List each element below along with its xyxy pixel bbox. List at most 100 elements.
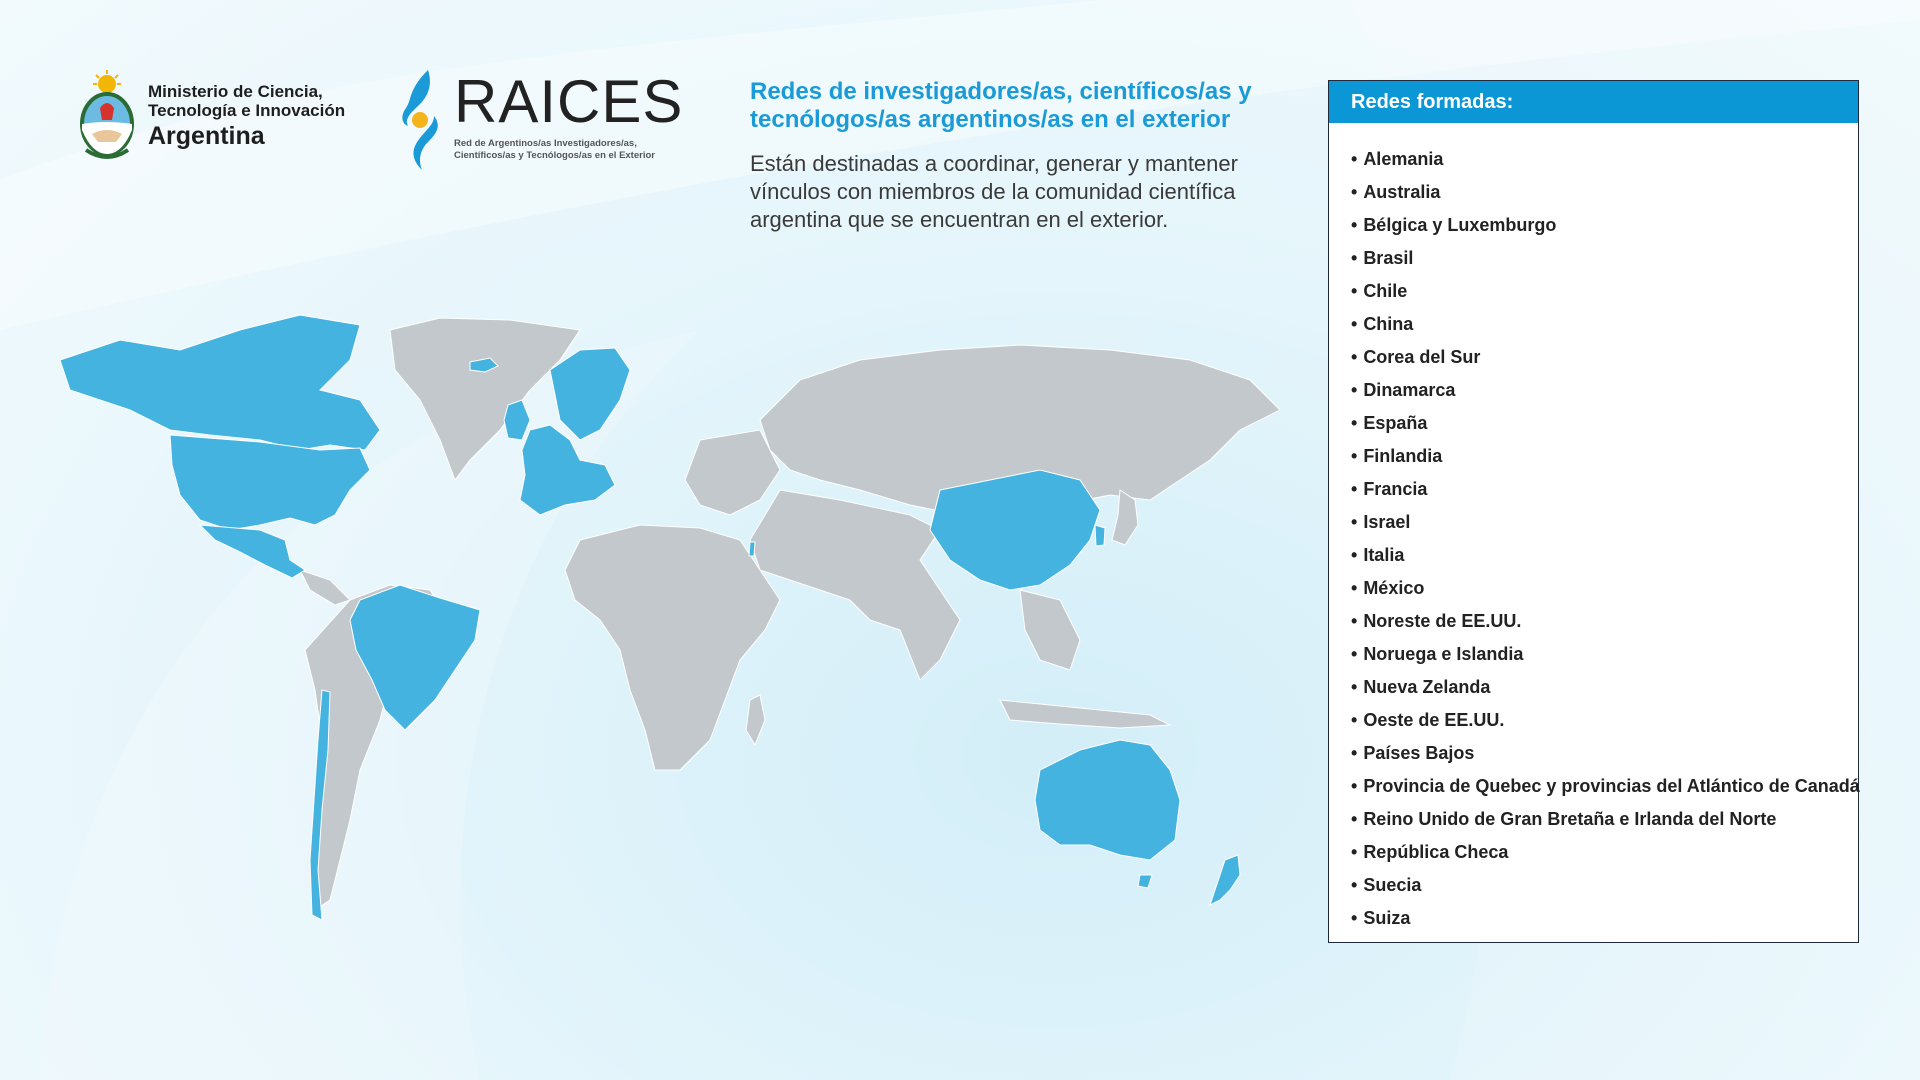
network-item: • Noruega e Islandia — [1351, 638, 1858, 671]
network-item: • Suiza — [1351, 902, 1858, 935]
ministry-country: Argentina — [148, 122, 265, 150]
bullet: • — [1351, 413, 1358, 433]
network-item-label: Australia — [1363, 182, 1441, 202]
network-item-label: Suecia — [1363, 875, 1422, 895]
bullet: • — [1351, 215, 1358, 235]
network-item: • Noreste de EE.UU. — [1351, 605, 1858, 638]
network-item: • Israel — [1351, 506, 1858, 539]
bullet: • — [1351, 677, 1358, 697]
raices-mark-icon — [402, 70, 438, 170]
central-america — [299, 569, 351, 606]
bullet: • — [1351, 380, 1358, 400]
network-item-label: Italia — [1363, 545, 1405, 565]
network-item: • Provincia de Quebec y provincias del At… — [1351, 770, 1860, 803]
network-item-label: Dinamarca — [1363, 380, 1456, 400]
raices-logo: RAICES Red de Argentinos/as Investigador… — [398, 70, 683, 170]
bullet: • — [1351, 710, 1358, 730]
network-item-label: Brasil — [1363, 248, 1414, 268]
ministry-name-line1: Ministerio de Ciencia, — [148, 82, 323, 101]
network-item-label: Países Bajos — [1363, 743, 1475, 763]
nordics — [549, 347, 631, 441]
bullet: • — [1351, 479, 1358, 499]
australia — [1034, 739, 1181, 861]
argentina-coat-of-arms-icon — [80, 70, 134, 159]
new-zealand — [1209, 854, 1241, 906]
network-item: • China — [1351, 308, 1858, 341]
network-item: • Italia — [1351, 539, 1858, 572]
bullet: • — [1351, 512, 1358, 532]
bullet: • — [1351, 842, 1358, 862]
network-item: • México — [1351, 572, 1858, 605]
europe-east — [684, 429, 781, 516]
south-korea — [1094, 524, 1106, 547]
raices-subtitle-line2: Científicos/as y Tecnólogos/as en el Ext… — [454, 150, 655, 161]
network-item-label: Noruega e Islandia — [1363, 644, 1524, 664]
network-item: • Dinamarca — [1351, 374, 1858, 407]
network-item-label: China — [1363, 314, 1414, 334]
raices-wordmark: RAICES — [454, 68, 684, 135]
headline: Redes de investigadores/as, científicos/… — [750, 78, 1310, 234]
bullet: • — [1351, 149, 1358, 169]
network-item-label: México — [1363, 578, 1425, 598]
madagascar — [745, 694, 766, 747]
network-item-label: Israel — [1363, 512, 1411, 532]
network-item-label: Alemania — [1363, 149, 1444, 169]
bullet: • — [1351, 446, 1358, 466]
china — [929, 469, 1101, 591]
network-item-label: Oeste de EE.UU. — [1363, 710, 1505, 730]
network-item: • República Checa — [1351, 836, 1858, 869]
bullet: • — [1351, 644, 1358, 664]
network-item-label: República Checa — [1363, 842, 1509, 862]
bullet: • — [1351, 281, 1358, 301]
network-item-label: Noreste de EE.UU. — [1363, 611, 1522, 631]
bullet: • — [1351, 578, 1358, 598]
networks-panel-title: Redes formadas: — [1329, 81, 1858, 123]
networks-panel: Redes formadas: • Alemania • Australia • Bélg… — [1328, 80, 1860, 943]
israel — [748, 541, 756, 557]
indonesia — [999, 699, 1172, 729]
network-item: • Francia — [1351, 473, 1858, 506]
bullet: • — [1351, 908, 1358, 928]
network-item-label: Suiza — [1363, 908, 1411, 928]
uk-ireland — [503, 399, 531, 441]
network-item-label: Finlandia — [1363, 446, 1443, 466]
asia-west-south — [749, 489, 961, 681]
network-item: • Nueva Zelanda — [1351, 671, 1858, 704]
network-item-label: Reino Unido de Gran Bretaña e Irlanda de… — [1363, 809, 1777, 829]
bullet: • — [1351, 809, 1358, 829]
bullet: • — [1351, 611, 1358, 631]
ministry-logo: Ministerio de Ciencia, Tecnología e Inno… — [76, 70, 345, 164]
western-europe — [519, 424, 616, 516]
network-item: • Corea del Sur — [1351, 341, 1858, 374]
mexico — [198, 524, 306, 579]
network-item: • Reino Unido de Gran Bretaña e Irlanda d… — [1351, 803, 1858, 836]
network-item-label: Francia — [1363, 479, 1428, 499]
southeast-asia — [1019, 589, 1081, 671]
raices-subtitle-line1: Red de Argentinos/as Investigadores/as, — [454, 138, 637, 149]
network-item-label: Corea del Sur — [1363, 347, 1481, 367]
network-item: • España — [1351, 407, 1858, 440]
network-item: • Finlandia — [1351, 440, 1858, 473]
bullet: • — [1351, 314, 1358, 334]
bullet: • — [1351, 743, 1358, 763]
network-item: • Bélgica y Luxemburgo — [1351, 209, 1858, 242]
tasmania — [1137, 874, 1153, 889]
network-item-label: Chile — [1363, 281, 1408, 301]
network-item: • Chile — [1351, 275, 1858, 308]
headline-title: Redes de investigadores/as, científicos/… — [750, 78, 1252, 133]
bullet: • — [1351, 776, 1358, 796]
bullet: • — [1351, 875, 1358, 895]
network-item-label: Nueva Zelanda — [1363, 677, 1491, 697]
network-item: • Oeste de EE.UU. — [1351, 704, 1858, 737]
network-item: • Australia — [1351, 176, 1858, 209]
world-map — [60, 314, 1281, 921]
network-item: • Alemania — [1351, 143, 1858, 176]
network-item-label: Bélgica y Luxemburgo — [1363, 215, 1557, 235]
usa — [169, 434, 371, 531]
network-item-label: España — [1363, 413, 1428, 433]
network-item-label: Provincia de Quebec y provincias del Atl… — [1363, 776, 1860, 796]
bullet: • — [1351, 545, 1358, 565]
network-item: • Suecia — [1351, 869, 1858, 902]
ministry-name-line2: Tecnología e Innovación — [148, 101, 346, 120]
headline-description: Están destinadas a coordinar, generar y … — [750, 151, 1238, 232]
